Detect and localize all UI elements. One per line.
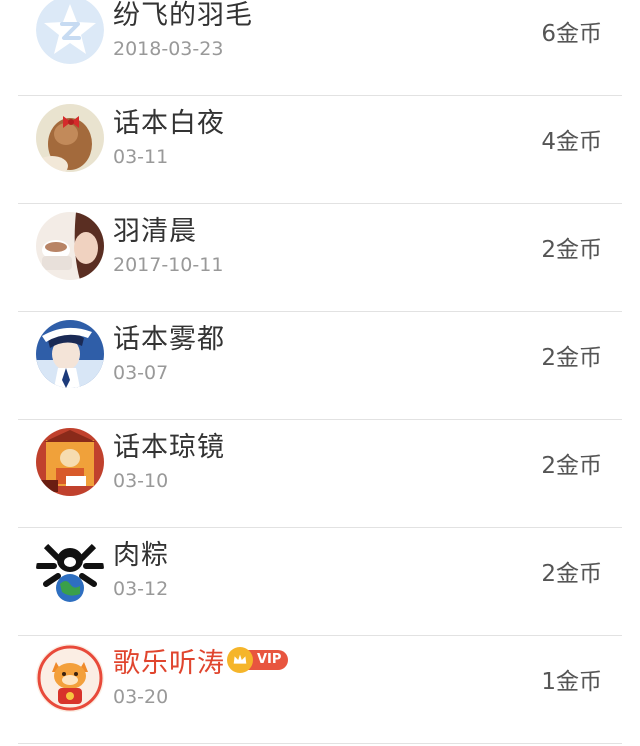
reward-date: 2017-10-11 [113,254,224,276]
reward-date: 03-12 [113,578,169,600]
user-name: 话本雾都 [113,323,225,355]
list-item[interactable]: 纷飞的羽毛 2018-03-23 6金币 [0,0,640,96]
lucky-cat-avatar[interactable] [36,644,104,712]
coin-amount: 2金币 [541,345,602,371]
reward-list: 纷飞的羽毛 2018-03-23 6金币 话本白夜 03-11 4金币 羽清晨 … [0,0,640,746]
coin-amount: 2金币 [541,561,602,587]
list-item[interactable]: 话本琼镜 03-10 2金币 [0,420,640,528]
user-name: 歌乐听涛 [113,647,225,679]
vip-tag: VIP [247,650,289,670]
reward-date: 2018-03-23 [113,38,224,60]
reward-date: 03-07 [113,362,169,384]
user-name: 话本白夜 [113,107,225,139]
user-name: 纷飞的羽毛 [113,0,253,31]
reward-date: 03-11 [113,146,169,168]
user-name: 话本琼镜 [113,431,225,463]
girl-with-cup-avatar[interactable] [36,212,104,280]
row-divider [18,743,622,744]
girl-hairbow-avatar[interactable] [36,104,104,172]
coin-amount: 2金币 [541,453,602,479]
reward-date: 03-20 [113,686,169,708]
coin-amount: 2金币 [541,237,602,263]
list-item[interactable]: 话本白夜 03-11 4金币 [0,96,640,204]
user-name: 肉粽 [113,539,169,571]
coin-amount: 4金币 [541,129,602,155]
qq-star-icon[interactable] [36,0,104,64]
coin-amount: 1金币 [541,669,602,695]
vip-badge: VIP [227,647,289,673]
cartoon-monk-avatar[interactable] [36,428,104,496]
list-item[interactable]: 歌乐听涛 VIP 03-20 1金币 [0,636,640,744]
user-name: 羽清晨 [113,215,197,247]
anime-kid-avatar[interactable] [36,320,104,388]
list-item[interactable]: 话本雾都 03-07 2金币 [0,312,640,420]
coin-amount: 6金币 [541,21,602,47]
reward-date: 03-10 [113,470,169,492]
list-item[interactable]: 肉粽 03-12 2金币 [0,528,640,636]
cartoon-earth-avatar[interactable] [36,536,104,604]
list-item[interactable]: 羽清晨 2017-10-11 2金币 [0,204,640,312]
crown-icon [227,647,253,673]
